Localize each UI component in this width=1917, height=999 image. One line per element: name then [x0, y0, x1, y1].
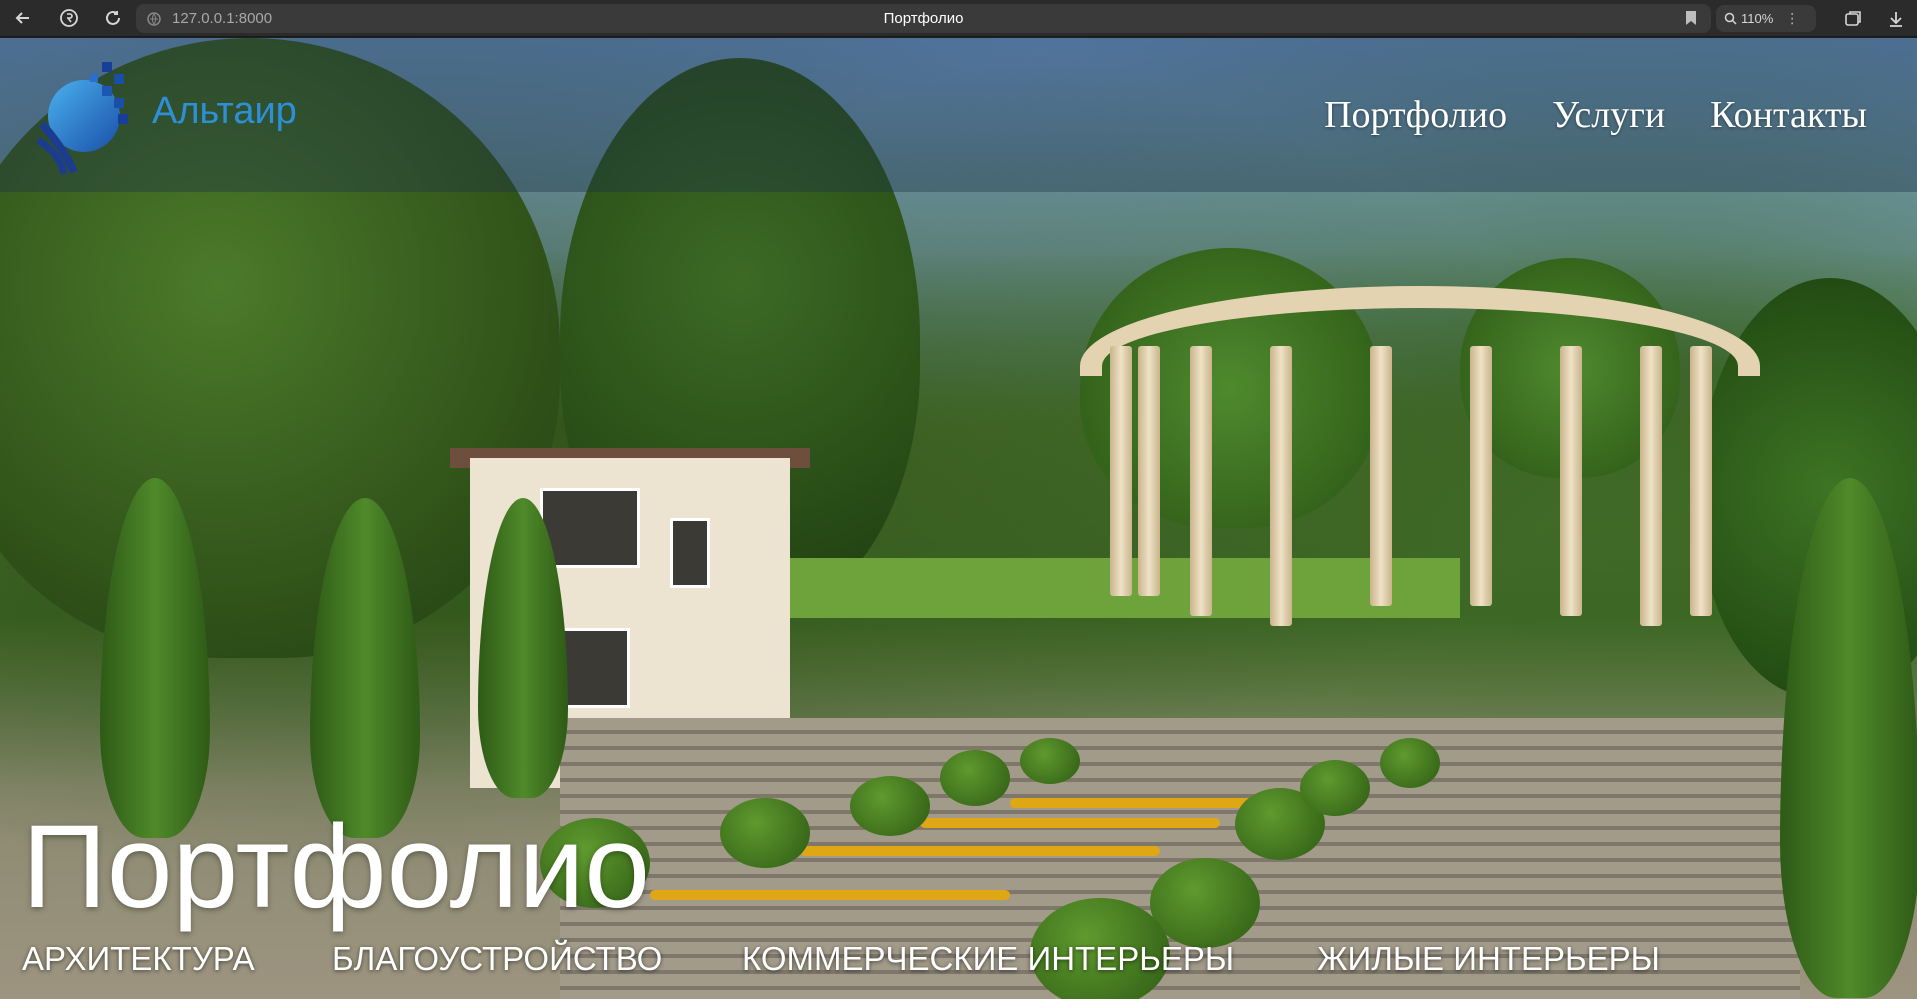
reload-icon[interactable]: [102, 7, 124, 29]
browser-toolbar: 127.0.0.1:8000 Портфолио 110% ⋮: [0, 0, 1917, 37]
logo-link[interactable]: [34, 54, 134, 175]
window: [670, 518, 710, 588]
shrub: [850, 776, 930, 836]
site-info-icon[interactable]: [146, 11, 162, 27]
category-residential-interiors[interactable]: ЖИЛЫЕ ИНТЕРЬЕРЫ: [1317, 940, 1660, 978]
more-icon[interactable]: ⋮: [1785, 10, 1799, 27]
nav-portfolio[interactable]: Портфолио: [1324, 93, 1507, 137]
column: [1110, 346, 1132, 596]
page-title: Портфолио: [22, 801, 651, 933]
extensions-icon[interactable]: [1842, 8, 1864, 30]
flowerbed: [800, 846, 1160, 856]
column: [1640, 346, 1662, 626]
shrub: [1300, 760, 1370, 816]
column: [1138, 346, 1160, 596]
colonnade: [1080, 286, 1760, 706]
nav-services[interactable]: Услуги: [1552, 93, 1665, 137]
category-architecture[interactable]: АРХИТЕКТУРА: [22, 940, 332, 978]
column: [1560, 346, 1582, 616]
zoom-indicator[interactable]: 110% ⋮: [1716, 5, 1816, 32]
main-nav: Портфолио Услуги Контакты: [1324, 93, 1867, 137]
window: [560, 628, 630, 708]
page-viewport: Альтаир Портфолио Услуги Контакты Портфо…: [0, 38, 1917, 999]
logo-icon: [36, 62, 128, 175]
zoom-level: 110%: [1741, 11, 1774, 26]
bookmark-icon[interactable]: [1685, 10, 1697, 31]
shrub: [1150, 858, 1260, 948]
address-bar[interactable]: 127.0.0.1:8000 Портфолио: [136, 4, 1711, 33]
download-icon[interactable]: [1885, 8, 1907, 30]
column: [1190, 346, 1212, 616]
window: [540, 488, 640, 568]
url-text[interactable]: 127.0.0.1:8000: [172, 10, 272, 27]
category-commercial-interiors[interactable]: КОММЕРЧЕСКИЕ ИНТЕРЬЕРЫ: [742, 940, 1317, 978]
yandex-icon[interactable]: [58, 7, 80, 29]
category-landscaping[interactable]: БЛАГОУСТРОЙСТВО: [332, 940, 742, 978]
zoom-icon: [1724, 12, 1737, 25]
shrub: [720, 798, 810, 868]
back-arrow-icon[interactable]: [12, 7, 34, 29]
column: [1370, 346, 1392, 606]
page-tab-title: Портфолио: [883, 10, 964, 27]
flowerbed: [650, 890, 1010, 900]
column: [1470, 346, 1492, 606]
flowerbed: [920, 818, 1220, 828]
flowerbed: [1010, 798, 1270, 808]
nav-contacts[interactable]: Контакты: [1710, 93, 1867, 137]
shrub: [1380, 738, 1440, 788]
site-header: Альтаир Портфолио Услуги Контакты: [0, 38, 1917, 192]
column: [1270, 346, 1292, 626]
shrub: [1020, 738, 1080, 784]
column: [1690, 346, 1712, 616]
shrub: [940, 750, 1010, 806]
brand-name[interactable]: Альтаир: [152, 90, 297, 133]
portfolio-categories: АРХИТЕКТУРА БЛАГОУСТРОЙСТВО КОММЕРЧЕСКИЕ…: [22, 940, 1660, 978]
